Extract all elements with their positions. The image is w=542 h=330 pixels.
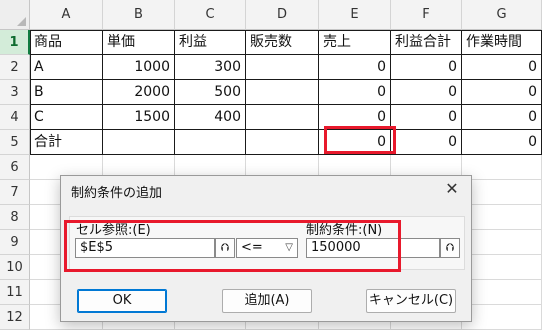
cell-d1[interactable]: 販売数 bbox=[246, 30, 319, 55]
cell-f5[interactable]: 0 bbox=[391, 130, 462, 155]
cell-b5[interactable] bbox=[103, 130, 175, 155]
table-border-left bbox=[30, 30, 31, 155]
cell-g4[interactable]: 0 bbox=[462, 105, 542, 130]
row-header-10[interactable]: 10 bbox=[0, 255, 30, 280]
cell-g3[interactable]: 0 bbox=[462, 80, 542, 105]
cell-g5[interactable]: 0 bbox=[462, 130, 542, 155]
select-all-corner[interactable] bbox=[0, 0, 30, 30]
cell-c2[interactable]: 300 bbox=[175, 55, 246, 80]
cell-b1[interactable]: 単価 bbox=[103, 30, 175, 55]
column-header-e[interactable]: E bbox=[319, 0, 391, 30]
cell-d5[interactable] bbox=[246, 130, 319, 155]
row-header-7[interactable]: 7 bbox=[0, 180, 30, 205]
cell-c3[interactable]: 500 bbox=[175, 80, 246, 105]
row-header-5[interactable]: 5 bbox=[0, 130, 30, 155]
row-header-4[interactable]: 4 bbox=[0, 105, 30, 130]
cell-e3[interactable]: 0 bbox=[319, 80, 391, 105]
cell-c4[interactable]: 400 bbox=[175, 105, 246, 130]
column-header-d[interactable]: D bbox=[246, 0, 319, 30]
cell-a4[interactable]: C bbox=[30, 105, 103, 130]
cell-b4[interactable]: 1500 bbox=[103, 105, 175, 130]
cell-g2[interactable]: 0 bbox=[462, 55, 542, 80]
row-header-11[interactable]: 11 bbox=[0, 280, 30, 305]
ok-button[interactable]: OK bbox=[77, 289, 167, 313]
cell-f4[interactable]: 0 bbox=[391, 105, 462, 130]
highlight-constraint-panel bbox=[64, 220, 401, 272]
cell-g7[interactable] bbox=[462, 180, 542, 205]
cell-f1[interactable]: 利益合計 bbox=[391, 30, 462, 55]
row-header-8[interactable]: 8 bbox=[0, 205, 30, 230]
column-header-a[interactable]: A bbox=[30, 0, 103, 30]
add-button[interactable]: 追加(A) bbox=[222, 289, 312, 313]
column-header-c[interactable]: C bbox=[175, 0, 246, 30]
highlight-cell-e5 bbox=[324, 126, 396, 154]
cell-c5[interactable] bbox=[175, 130, 246, 155]
cell-g9[interactable] bbox=[462, 230, 542, 255]
cell-g1[interactable]: 作業時間 bbox=[462, 30, 542, 55]
cell-g12[interactable] bbox=[462, 305, 542, 330]
dialog-title: 制約条件の追加 bbox=[71, 186, 163, 201]
close-icon[interactable]: ✕ bbox=[441, 178, 463, 200]
cell-b2[interactable]: 1000 bbox=[103, 55, 175, 80]
cell-d3[interactable] bbox=[246, 80, 319, 105]
cell-d2[interactable] bbox=[246, 55, 319, 80]
column-header-g[interactable]: G bbox=[462, 0, 542, 30]
cell-f2[interactable]: 0 bbox=[391, 55, 462, 80]
cell-d4[interactable] bbox=[246, 105, 319, 130]
row-header-3[interactable]: 3 bbox=[0, 80, 30, 105]
select-all-icon bbox=[17, 17, 26, 26]
cell-g6[interactable] bbox=[462, 155, 542, 180]
row-header-6[interactable]: 6 bbox=[0, 155, 30, 180]
cell-b3[interactable]: 2000 bbox=[103, 80, 175, 105]
cell-g8[interactable] bbox=[462, 205, 542, 230]
cell-a2[interactable]: A bbox=[30, 55, 103, 80]
cancel-button[interactable]: キャンセル(C) bbox=[366, 289, 456, 313]
cell-a1[interactable]: 商品 bbox=[30, 30, 103, 55]
column-header-b[interactable]: B bbox=[103, 0, 175, 30]
constraint-collapse-icon[interactable]: ⮉ bbox=[440, 238, 460, 258]
add-constraint-dialog: 制約条件の追加 ✕ セル参照:(E) $E$5 ⮉ <= ▽ 制約条件:(N) … bbox=[60, 175, 472, 322]
cell-f3[interactable]: 0 bbox=[391, 80, 462, 105]
cell-a3[interactable]: B bbox=[30, 80, 103, 105]
cell-e2[interactable]: 0 bbox=[319, 55, 391, 80]
column-header-f[interactable]: F bbox=[391, 0, 462, 30]
cell-c1[interactable]: 利益 bbox=[175, 30, 246, 55]
row-header-12[interactable]: 12 bbox=[0, 305, 30, 330]
row-header-1[interactable]: 1 bbox=[0, 30, 30, 55]
row-header-2[interactable]: 2 bbox=[0, 55, 30, 80]
cell-e1[interactable]: 売上 bbox=[319, 30, 391, 55]
cell-g10[interactable] bbox=[462, 255, 542, 280]
cell-g11[interactable] bbox=[462, 280, 542, 305]
cell-a5[interactable]: 合計 bbox=[30, 130, 103, 155]
table-border-top bbox=[30, 30, 542, 31]
row-header-9[interactable]: 9 bbox=[0, 230, 30, 255]
